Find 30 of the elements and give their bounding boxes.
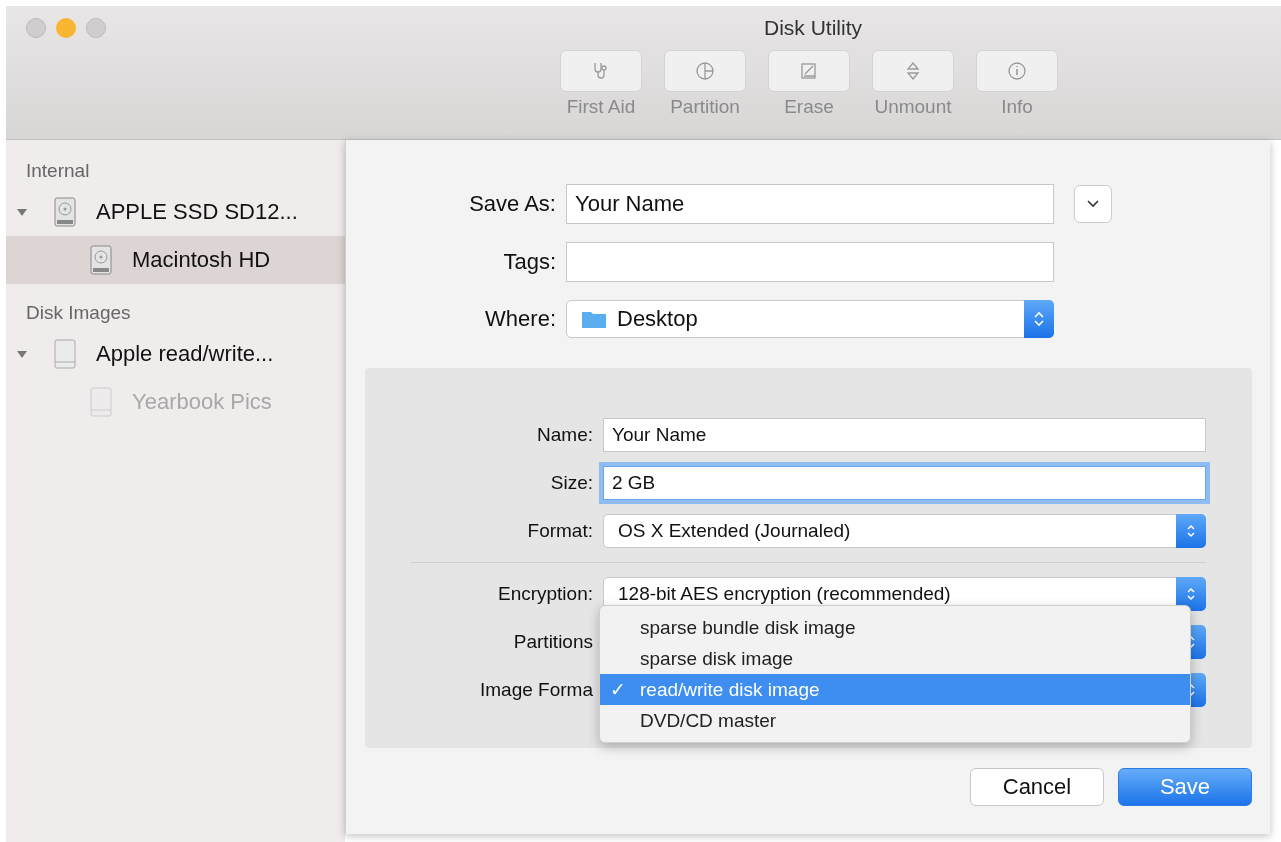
- toolbar-label: First Aid: [566, 96, 636, 118]
- field-label: Name:: [536, 424, 593, 446]
- field-label: Partitions: [512, 631, 593, 653]
- text-field[interactable]: Your Name: [603, 418, 1206, 452]
- window-title: Disk Utility: [764, 16, 862, 40]
- toolbar-label: Info: [1001, 96, 1033, 118]
- where-popup[interactable]: Desktop: [566, 300, 1054, 338]
- sidebar-item[interactable]: Macintosh HD: [6, 236, 345, 284]
- field-label: Save As:: [468, 191, 556, 217]
- cancel-button[interactable]: Cancel: [970, 768, 1104, 806]
- save-as-field[interactable]: Your Name: [566, 184, 1054, 224]
- popup-button[interactable]: OS X Extended (Journaled): [603, 514, 1206, 548]
- toolbar-label: Erase: [784, 96, 834, 118]
- field-label: Tags:: [502, 249, 556, 275]
- field-label: Encryption:: [496, 583, 593, 605]
- field-label: Format:: [526, 520, 593, 542]
- sidebar-item[interactable]: APPLE SSD SD12...: [6, 188, 345, 236]
- toolbar-label: Unmount: [874, 96, 952, 118]
- sidebar-section-title: Disk Images: [25, 302, 132, 325]
- sidebar-section-title: Internal: [25, 160, 91, 183]
- sidebar-item[interactable]: Apple read/write...: [6, 330, 345, 378]
- field-label: Image Forma: [479, 679, 593, 701]
- field-label: Size:: [549, 472, 593, 494]
- text-field[interactable]: 2 GB: [603, 466, 1206, 500]
- checkmark-icon: ✓: [610, 678, 626, 701]
- menu-item[interactable]: sparse disk image: [600, 643, 1190, 674]
- menu-item[interactable]: DVD/CD master: [600, 705, 1190, 736]
- menu-item[interactable]: sparse bundle disk image: [600, 612, 1190, 643]
- toolbar-label: Partition: [670, 96, 740, 118]
- field-label: Where:: [484, 306, 556, 332]
